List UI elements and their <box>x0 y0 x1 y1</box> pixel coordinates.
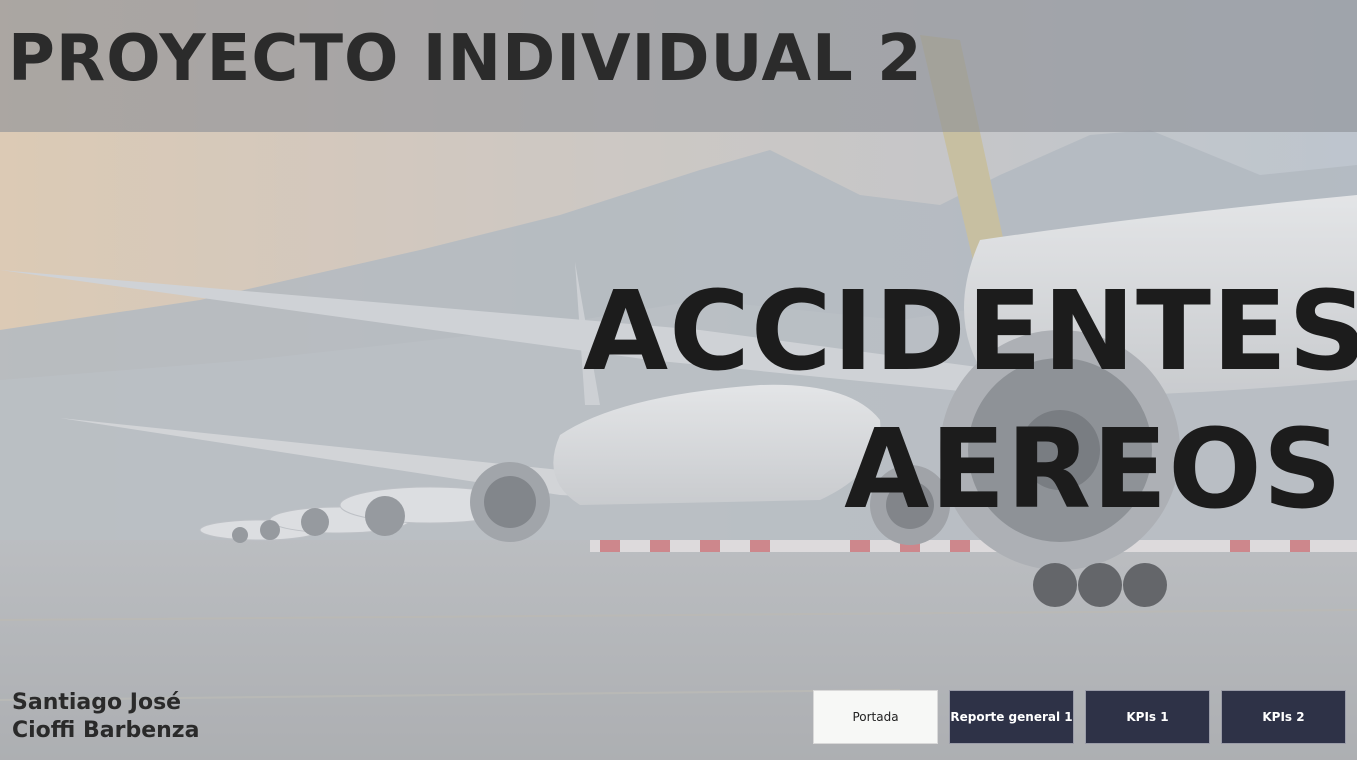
nav-button-kpis-1[interactable]: KPIs 1 <box>1085 690 1210 744</box>
nav-button-kpis-2[interactable]: KPIs 2 <box>1221 690 1346 744</box>
author-name-line-1: Santiago José <box>12 690 182 715</box>
hero-title-line-1: ACCIDENTES <box>583 267 1357 395</box>
report-page: PROYECTO INDIVIDUAL 2 ACCIDENTES AEREOS … <box>0 0 1357 760</box>
hero-title-line-2: AEREOS <box>844 405 1343 533</box>
project-title: PROYECTO INDIVIDUAL 2 <box>8 22 923 96</box>
author-name-line-2: Cioffi Barbenza <box>12 718 200 743</box>
author-name: Santiago José Cioffi Barbenza <box>12 689 199 745</box>
nav-button-portada[interactable]: Portada <box>813 690 938 744</box>
hero-title: ACCIDENTES AEREOS <box>583 262 1357 538</box>
nav-button-reporte-general-1[interactable]: Reporte general 1 <box>949 690 1074 744</box>
